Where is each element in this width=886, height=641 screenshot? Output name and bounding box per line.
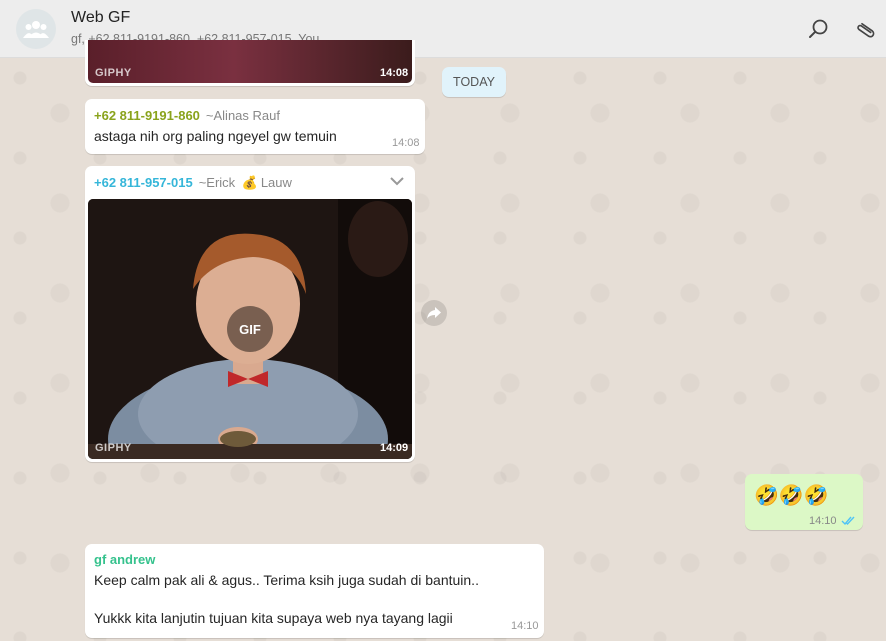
message-bubble[interactable]: gf andrew Keep calm pak ali & agus.. Ter… xyxy=(85,544,544,638)
group-avatar[interactable] xyxy=(16,9,56,49)
message-sender[interactable]: +62 811-9191-860 xyxy=(94,108,200,123)
search-icon xyxy=(809,19,828,38)
message-time: 14:08 xyxy=(392,137,420,149)
message-time: 14:08 xyxy=(380,67,409,79)
message-time: 14:09 xyxy=(380,442,409,454)
giphy-label: GIPHY xyxy=(95,67,132,79)
message-text: 🤣🤣🤣 xyxy=(754,485,829,507)
money-bag-emoji: 💰 xyxy=(241,175,258,190)
giphy-label: GIPHY xyxy=(95,442,132,454)
message-menu-button[interactable] xyxy=(389,174,405,192)
date-divider: TODAY xyxy=(442,67,506,97)
sender-alias: ~Alinas Rauf xyxy=(205,108,280,123)
message-time: 14:10 xyxy=(809,515,837,527)
chat-title[interactable]: Web GF xyxy=(71,9,130,27)
forward-button[interactable] xyxy=(421,300,447,326)
message-sender[interactable]: gf andrew xyxy=(94,552,155,567)
attach-button[interactable] xyxy=(855,17,879,41)
search-button[interactable] xyxy=(807,17,831,41)
message-time: 14:10 xyxy=(511,620,539,632)
forward-arrow-icon xyxy=(427,307,441,319)
gif-thumbnail[interactable]: GIPHY 14:08 xyxy=(88,40,412,83)
paperclip-icon xyxy=(857,22,875,38)
sender-alias-suffix: Lauw xyxy=(260,175,292,190)
message-gif-bubble[interactable]: GIPHY 14:08 xyxy=(85,40,415,86)
message-gif-bubble[interactable]: +62 811-957-015 ~Erick 💰 Lauw GIF GIPHY 14… xyxy=(85,166,415,462)
chevron-down-icon xyxy=(390,177,404,186)
message-text: astaga nih org paling ngeyel gw temuin xyxy=(94,128,337,144)
sender-alias: ~Erick xyxy=(198,175,236,190)
message-text-line: Keep calm pak ali & agus.. Terima ksih j… xyxy=(94,572,479,588)
group-icon xyxy=(23,21,49,38)
message-text-line: Yukkk kita lanjutin tujuan kita supaya w… xyxy=(94,610,453,626)
gif-play-badge[interactable]: GIF xyxy=(227,306,273,352)
message-bubble[interactable]: +62 811-9191-860 ~Alinas Rauf astaga nih … xyxy=(85,99,425,154)
gif-thumbnail[interactable]: GIF GIPHY 14:09 xyxy=(88,199,412,459)
message-sender[interactable]: +62 811-957-015 xyxy=(94,175,193,190)
outgoing-message-bubble[interactable]: 🤣🤣🤣 14:10 xyxy=(745,474,863,530)
double-check-icon xyxy=(841,516,855,526)
